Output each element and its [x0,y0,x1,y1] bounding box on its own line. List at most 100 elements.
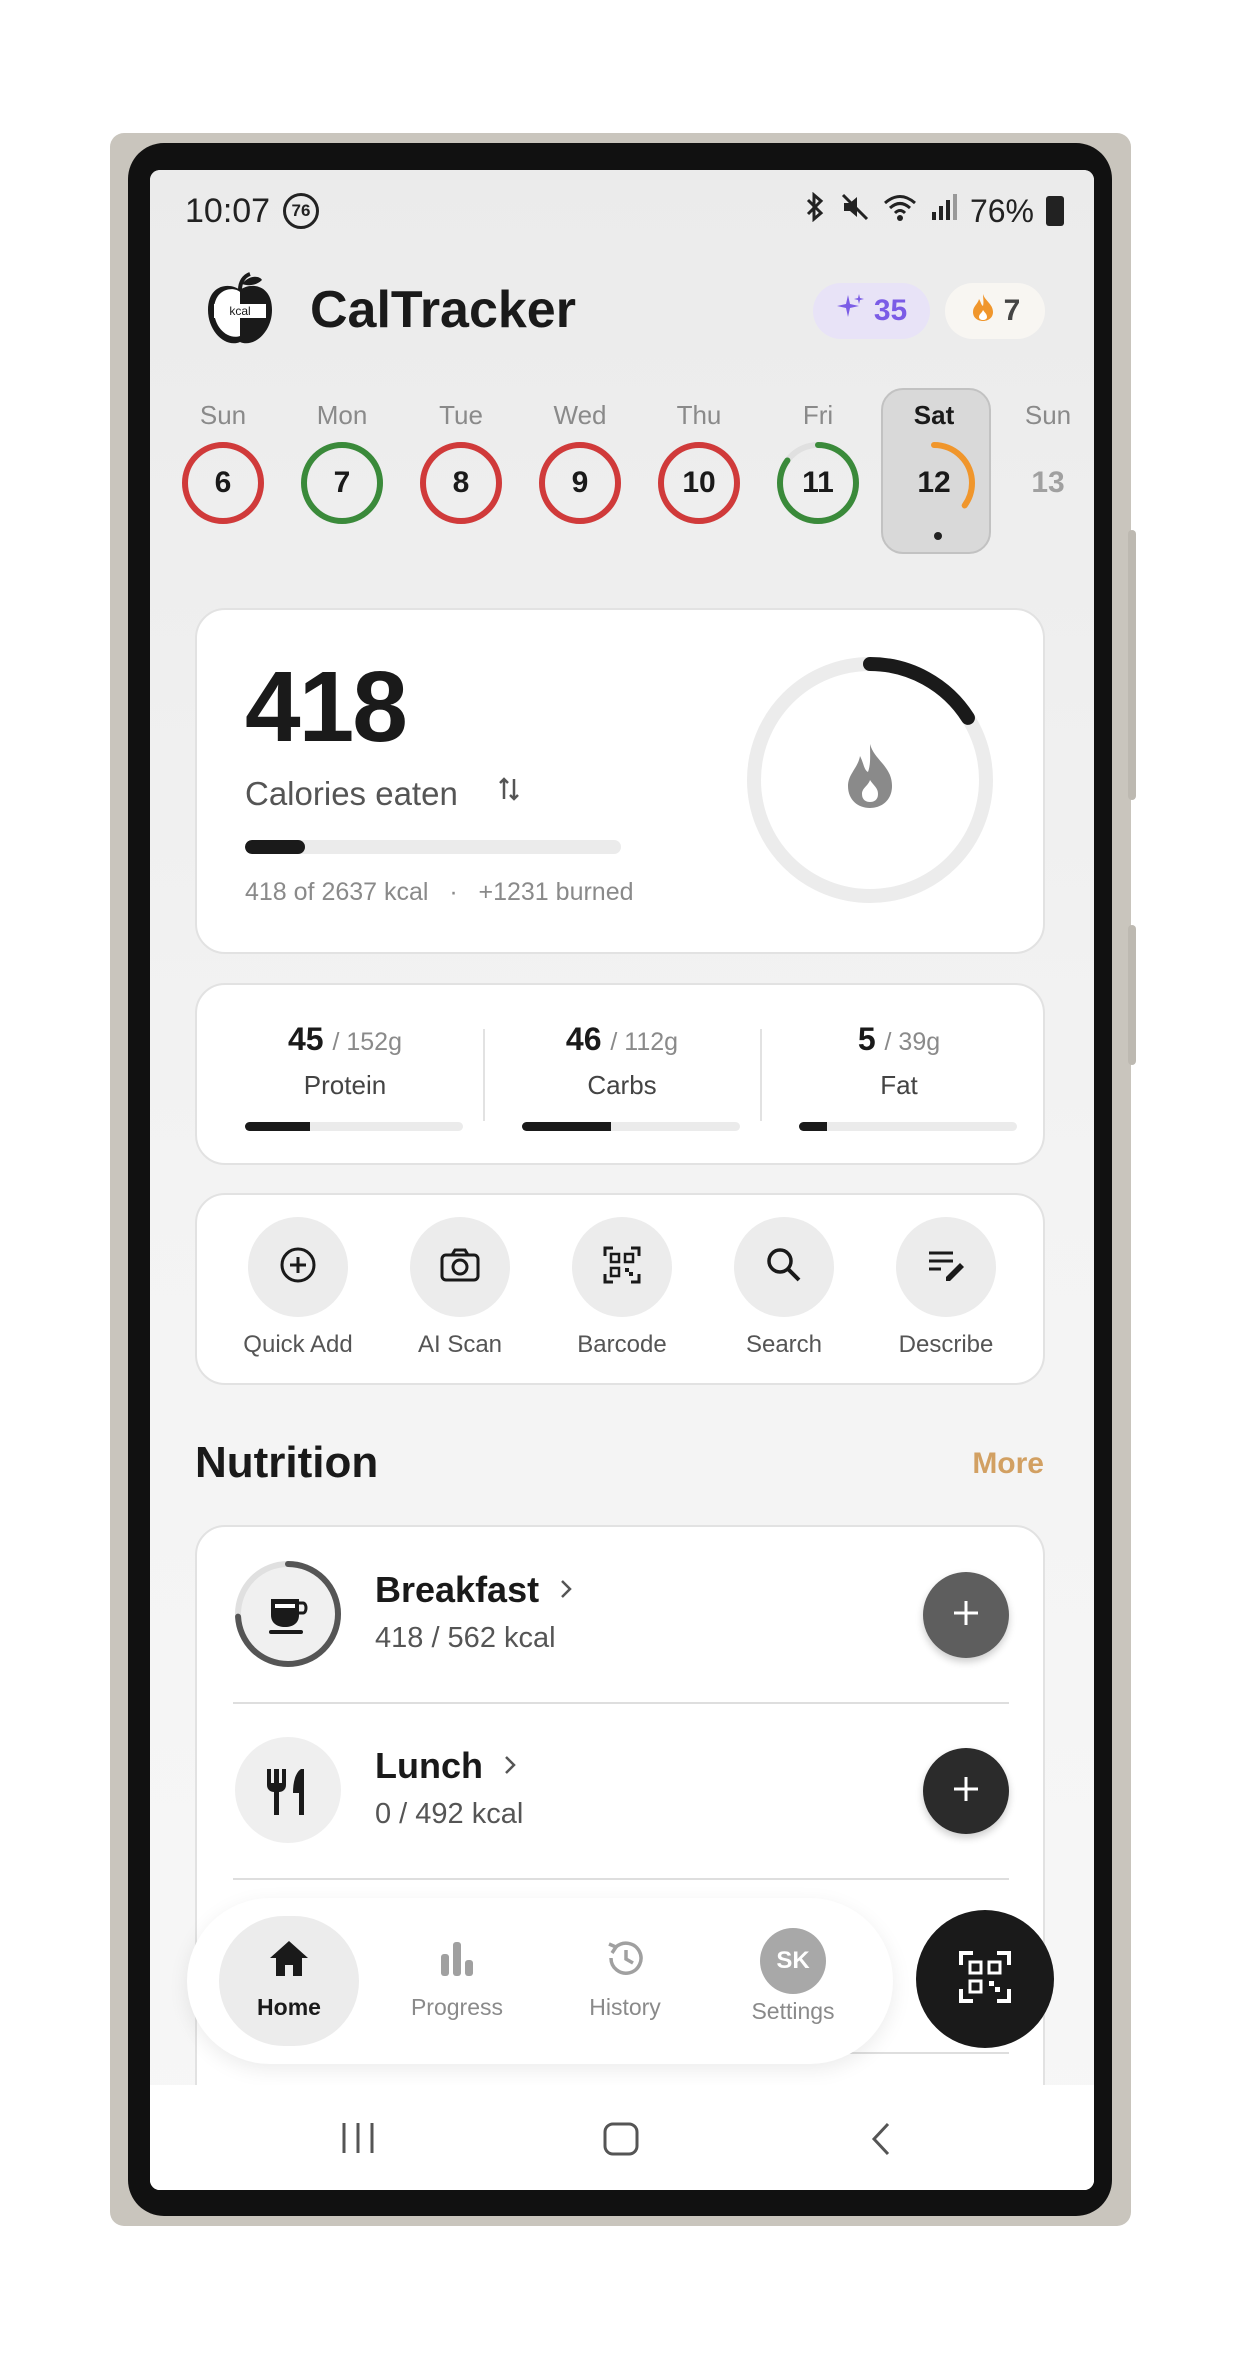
day-name: Thu [676,400,722,430]
day-date: 13 [1031,466,1065,499]
add-lunch-button[interactable] [923,1748,1009,1834]
meal-row-lunch[interactable]: Lunch 0 / 492 kcal [233,1703,1009,1879]
streak-badge[interactable]: 7 [945,283,1045,339]
nav-history[interactable]: History [555,1916,695,2046]
day-fri-11[interactable]: Fri 11 [773,400,863,526]
meal-kcal: 418 / 562 kcal [375,1622,556,1654]
day-date: 10 [682,466,716,499]
system-back-button[interactable] [868,2121,894,2162]
calories-card[interactable]: 418 Calories eaten 418 of 2637 kcal · +1… [195,608,1045,954]
status-bar: 10:07 76 76% [150,188,1094,238]
search-button[interactable]: Search [703,1217,865,1359]
add-breakfast-button[interactable] [923,1572,1009,1658]
mute-icon [840,192,870,230]
nav-home[interactable]: Home [219,1916,359,2046]
calories-progress-bar [245,840,621,854]
calories-burned: +1231 burned [478,878,634,906]
screen: 10:07 76 76% kcal CalTracker 35 7 Sun 6 … [150,170,1094,2190]
macro-progress-fill [522,1122,612,1131]
barcode-button[interactable]: Barcode [541,1217,703,1359]
macro-progress-bar [799,1122,1017,1131]
macro-name: Protein [303,1070,387,1100]
ai-scan-button[interactable]: AI Scan [379,1217,541,1359]
day-progress-ring: 7 [299,440,385,526]
day-wed-9[interactable]: Wed 9 [535,400,625,526]
signal-icon [930,192,958,230]
meal-kcal: 0 / 492 kcal [375,1798,524,1830]
day-date: 11 [802,466,834,499]
day-thu-10[interactable]: Thu 10 [654,400,744,526]
meal-name: Lunch [375,1745,519,1787]
macro-name: Fat [880,1070,918,1100]
notification-badge: 76 [283,193,319,229]
describe-button[interactable]: Describe [865,1217,1027,1359]
sparkle-badge[interactable]: 35 [813,283,930,339]
system-home-button[interactable] [602,2121,640,2162]
day-name: Sat [913,400,955,430]
battery-percent: 76% [969,192,1034,229]
home-icon [267,1938,311,1983]
day-name: Tue [439,400,483,430]
day-date: 9 [571,466,589,499]
recents-button[interactable] [340,2121,376,2160]
macro-goal: / 152g [332,1028,402,1056]
macro-progress-fill [799,1122,828,1131]
nav-label: Home [257,1994,321,2020]
nutrition-more-link[interactable]: More [972,1447,1044,1481]
day-name: Fri [802,400,834,430]
macro-fat[interactable]: 5 / 39g Fat [761,985,1037,1167]
action-label: Describe [898,1331,994,1358]
day-sun-13[interactable]: Sun 13 [1003,400,1093,526]
nav-label: Progress [410,1994,504,2020]
day-sat-12[interactable]: Sat 12 [889,400,979,526]
scan-fab-button[interactable] [916,1910,1054,2048]
macro-value: 46 [565,1021,602,1057]
macro-protein[interactable]: 45 / 152g Protein [207,985,483,1167]
sparkle-icon [836,292,866,330]
system-nav-bar [150,2085,1094,2190]
day-sun-6[interactable]: Sun 6 [178,400,268,526]
calories-of-goal: 418 of 2637 kcal [245,878,429,906]
macros-card: 45 / 152g Protein 46 / 112g Carbs 5 / 39… [195,983,1045,1165]
day-progress-ring: 6 [180,440,266,526]
app-title: CalTracker [310,281,576,339]
macro-carbs[interactable]: 46 / 112g Carbs [484,985,760,1167]
plus-icon [950,1766,982,1816]
calories-eaten-label: Calories eaten [245,775,458,812]
calories-eaten-value: 418 [245,651,408,763]
calories-summary: 418 of 2637 kcal · +1231 burned [245,878,634,907]
day-progress-ring: 10 [656,440,742,526]
macro-value: 45 [288,1021,324,1057]
plus-circle-icon [278,1245,318,1290]
nav-progress[interactable]: Progress [387,1916,527,2046]
swap-icon[interactable] [497,775,521,810]
flame-center-icon [840,740,900,817]
meal-name-text: Breakfast [375,1569,540,1610]
streak-count: 7 [1003,294,1021,327]
macro-name: Carbs [587,1070,657,1100]
avatar: SK [760,1928,826,1994]
day-progress-ring: 12 [891,440,977,526]
day-date: 12 [917,466,951,499]
macro-value: 5 [857,1021,876,1057]
macro-progress-fill [245,1122,311,1131]
meal-progress-ring [233,1735,343,1845]
nav-settings[interactable]: SK Settings [723,1916,863,2046]
meal-row-breakfast[interactable]: Breakfast 418 / 562 kcal [233,1527,1009,1703]
nutrition-heading: Nutrition [195,1438,379,1487]
quick-add-button[interactable]: Quick Add [217,1217,379,1359]
separator-dot: · [435,878,472,906]
quick-actions-card: Quick Add AI Scan Barcode Search Describ… [195,1193,1045,1385]
describe-icon [926,1247,966,1288]
day-mon-7[interactable]: Mon 7 [297,400,387,526]
action-label: Barcode [577,1331,667,1358]
day-name: Wed [553,400,607,430]
day-tue-8[interactable]: Tue 8 [416,400,506,526]
day-date: 7 [333,466,351,499]
action-label: Quick Add [243,1331,353,1358]
bar-chart-icon [437,1938,477,1983]
qr-code-icon [602,1245,642,1290]
day-progress-ring: 8 [418,440,504,526]
macro-goal: / 39g [884,1028,941,1056]
sparkle-count: 35 [873,294,908,327]
